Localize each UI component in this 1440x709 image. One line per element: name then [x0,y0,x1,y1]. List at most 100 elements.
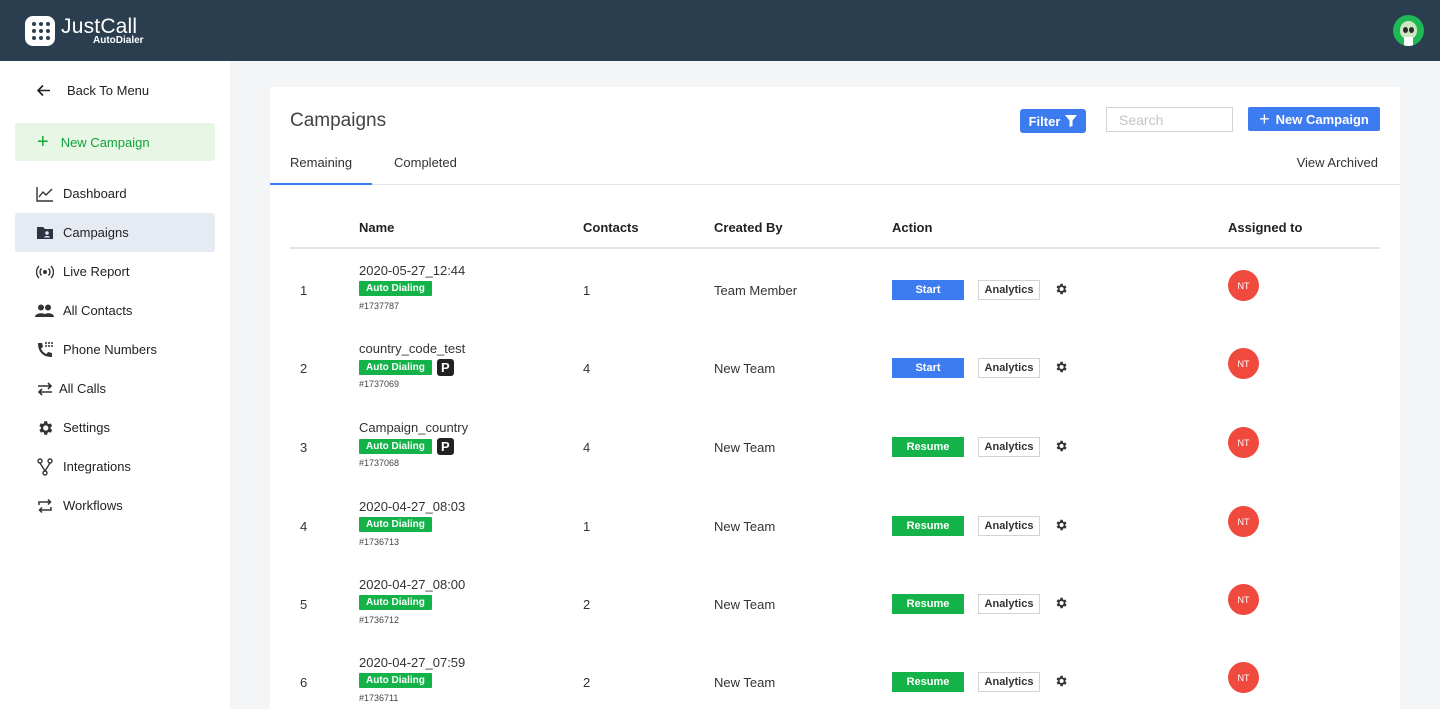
search-input[interactable] [1106,107,1233,132]
created-by: New Team [714,675,776,690]
sidebar-item-all-contacts[interactable]: All Contacts [15,291,215,330]
table-row: 3 Campaign_country Auto Dialing P #1737068 4 N… [270,420,1400,499]
funnel-icon [1065,115,1078,127]
column-header-name: Name [359,220,395,235]
sidebar-item-label: All Contacts [63,303,133,318]
table-row: 1 2020-05-27_12:44 Auto Dialing #1737787 1 Te… [270,263,1400,342]
campaign-tags: Auto Dialing [359,595,432,610]
campaign-id: #1736713 [359,537,400,547]
campaign-id: #1736711 [359,693,399,703]
sidebar-item-settings[interactable]: Settings [15,408,215,447]
assignee-avatar[interactable]: NT [1228,270,1259,301]
campaign-name-link[interactable]: 2020-04-27_07:59 [359,655,465,670]
auto-dialing-badge: Auto Dialing [359,360,432,375]
folder-user-icon [35,223,54,242]
resume-button[interactable]: Resume [892,594,964,614]
analytics-button[interactable]: Analytics [978,594,1040,614]
sidebar-item-live-report[interactable]: Live Report [15,252,215,291]
plus-icon: + [37,131,49,153]
contacts-count: 4 [583,440,591,455]
auto-dialing-badge: Auto Dialing [359,517,432,532]
sidebar-item-label: Workflows [63,498,123,513]
auto-dialing-badge: Auto Dialing [359,673,432,688]
sidebar-item-integrations[interactable]: Integrations [15,447,215,486]
assignee-avatar[interactable]: NT [1228,348,1259,379]
gear-icon[interactable] [1054,596,1068,610]
gear-icon[interactable] [1054,282,1068,296]
row-index: 4 [300,519,308,534]
tab-completed[interactable]: Completed [394,155,457,170]
campaign-name-link[interactable]: country_code_test [359,341,465,356]
table-row: 5 2020-04-27_08:00 Auto Dialing #1736712 2 Ne… [270,577,1400,656]
contacts-count: 1 [583,283,591,298]
created-by: New Team [714,361,776,376]
swap-arrows-icon [35,379,54,398]
p-badge-icon: P [436,438,454,455]
tab-remaining[interactable]: Remaining [290,155,352,170]
analytics-button[interactable]: Analytics [978,358,1040,378]
gear-icon [35,418,54,437]
gear-icon[interactable] [1054,439,1068,453]
view-archived-link[interactable]: View Archived [1297,155,1378,170]
line-chart-icon [35,184,54,203]
sidebar-item-label: Dashboard [63,186,127,201]
user-avatar[interactable] [1393,15,1424,46]
sidebar-item-dashboard[interactable]: Dashboard [15,174,215,213]
sidebar-item-campaigns[interactable]: Campaigns [15,213,215,252]
start-button[interactable]: Start [892,280,964,300]
contacts-count: 4 [583,361,591,376]
resume-button[interactable]: Resume [892,437,964,457]
gear-icon[interactable] [1054,360,1068,374]
app-logo[interactable]: JustCall AutoDialer [25,16,144,46]
filter-button[interactable]: Filter [1020,109,1086,133]
assignee-avatar[interactable]: NT [1228,506,1259,537]
sidebar-item-all-calls[interactable]: All Calls [15,369,215,408]
sidebar-new-campaign-button[interactable]: + New Campaign [15,123,215,161]
sidebar-item-phone-numbers[interactable]: Phone Numbers [15,330,215,369]
contacts-count: 2 [583,675,591,690]
gear-icon[interactable] [1054,674,1068,688]
analytics-button[interactable]: Analytics [978,672,1040,692]
table-row: 4 2020-04-27_08:03 Auto Dialing #1736713 1 Ne… [270,499,1400,578]
top-bar: JustCall AutoDialer [0,0,1440,61]
column-header-created-by: Created By [714,220,783,235]
assignee-avatar[interactable]: NT [1228,662,1259,693]
campaign-id: #1737787 [359,301,400,311]
campaign-name-link[interactable]: 2020-05-27_12:44 [359,263,465,278]
contacts-count: 2 [583,597,591,612]
back-to-menu-link[interactable]: Back To Menu [36,83,149,98]
table-row: 6 2020-04-27_07:59 Auto Dialing #1736711 2 Ne… [270,655,1400,709]
back-to-menu-label: Back To Menu [67,83,150,98]
assignee-avatar[interactable]: NT [1228,427,1259,458]
analytics-button[interactable]: Analytics [978,280,1040,300]
assignee-avatar[interactable]: NT [1228,584,1259,615]
campaigns-card: Campaigns Filter + New Campaign Remainin… [270,87,1400,709]
analytics-button[interactable]: Analytics [978,437,1040,457]
campaign-name-link[interactable]: Campaign_country [359,420,468,435]
sidebar-item-label: Campaigns [63,225,129,240]
header-divider [290,247,1380,249]
resume-button[interactable]: Resume [892,672,964,692]
auto-dialing-badge: Auto Dialing [359,439,432,454]
column-header-contacts: Contacts [583,220,639,235]
logo-subtitle: AutoDialer [93,35,144,46]
created-by: Team Member [714,283,798,298]
campaign-name-link[interactable]: 2020-04-27_08:00 [359,577,465,592]
campaign-name-link[interactable]: 2020-04-27_08:03 [359,499,465,514]
broadcast-icon [35,262,54,281]
sidebar-item-workflows[interactable]: Workflows [15,486,215,525]
campaign-tags: Auto Dialing [359,281,432,296]
start-button[interactable]: Start [892,358,964,378]
filter-label: Filter [1028,113,1061,129]
campaign-id: #1736712 [359,615,400,625]
arrow-left-icon [36,84,50,97]
analytics-button[interactable]: Analytics [978,516,1040,536]
dialpad-icon [25,16,55,46]
sidebar: Back To Menu + New Campaign Dashboard Ca… [0,61,230,709]
people-icon [35,301,54,320]
contacts-count: 1 [583,519,591,534]
new-campaign-button[interactable]: + New Campaign [1248,107,1380,131]
created-by: New Team [714,519,776,534]
resume-button[interactable]: Resume [892,516,964,536]
gear-icon[interactable] [1054,518,1068,532]
